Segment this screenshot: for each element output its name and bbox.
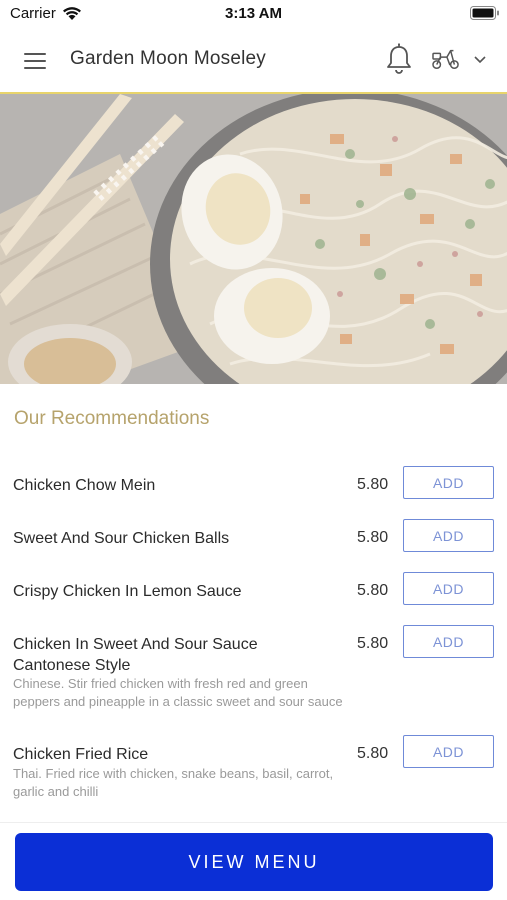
app-header: Garden Moon Moseley (0, 28, 507, 94)
footer-bar: VIEW MENU (0, 822, 507, 900)
item-description: Thai. Fried rice with chicken, snake bea… (13, 766, 334, 799)
add-button[interactable]: ADD (403, 466, 494, 499)
item-name: Sweet And Sour Chicken Balls (13, 530, 230, 547)
hero-image (0, 94, 507, 384)
item-price: 5.80 (357, 476, 389, 493)
add-button[interactable]: ADD (403, 735, 494, 768)
battery-icon (470, 6, 499, 20)
item-price: 5.80 (357, 635, 389, 652)
delivery-scooter-icon (432, 49, 459, 70)
add-button[interactable]: ADD (403, 519, 494, 552)
item-price: 5.80 (357, 529, 389, 546)
chevron-down-icon (474, 56, 486, 64)
status-time: 3:13 AM (225, 5, 282, 22)
item-name: Chicken Chow Mein (13, 477, 156, 494)
bell-icon[interactable] (384, 42, 414, 76)
item-name: Crispy Chicken In Lemon Sauce (13, 583, 242, 600)
status-bar: Carrier 3:13 AM (0, 0, 507, 28)
item-name: Chicken Fried Rice (13, 746, 149, 763)
hamburger-menu-icon[interactable] (18, 46, 52, 76)
item-price: 5.80 (357, 745, 389, 762)
item-description: Chinese. Stir fried chicken with fresh r… (13, 676, 343, 709)
item-price: 5.80 (357, 582, 389, 599)
noodle-bowl-photo (0, 94, 507, 384)
restaurant-title: Garden Moon Moseley (70, 48, 267, 69)
recommendations-title: Our Recommendations (14, 408, 210, 429)
add-button[interactable]: ADD (403, 625, 494, 658)
add-button[interactable]: ADD (403, 572, 494, 605)
item-name: Chicken In Sweet And Sour Sauce Cantones… (13, 636, 258, 674)
delivery-mode-selector[interactable] (430, 44, 490, 74)
view-menu-button[interactable]: VIEW MENU (15, 833, 493, 891)
